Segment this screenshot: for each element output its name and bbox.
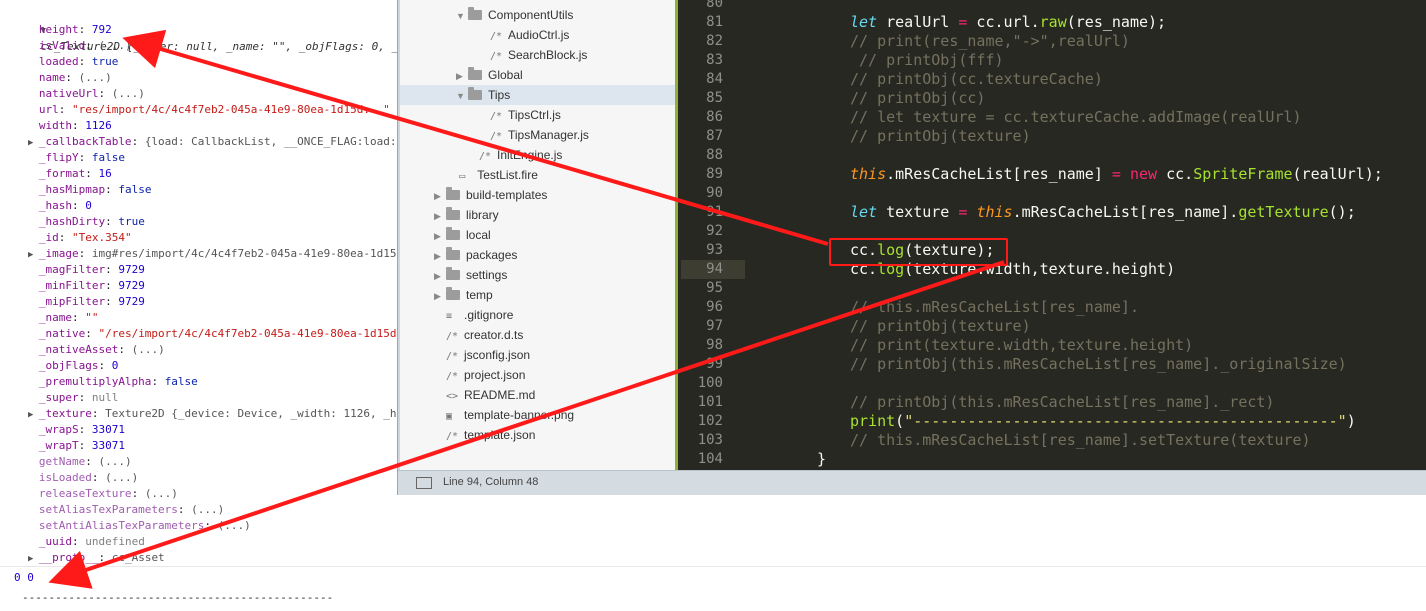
arrow-to-output [48, 260, 1005, 589]
arrow-to-height [122, 29, 829, 246]
annotation-arrows [48, 29, 1005, 589]
